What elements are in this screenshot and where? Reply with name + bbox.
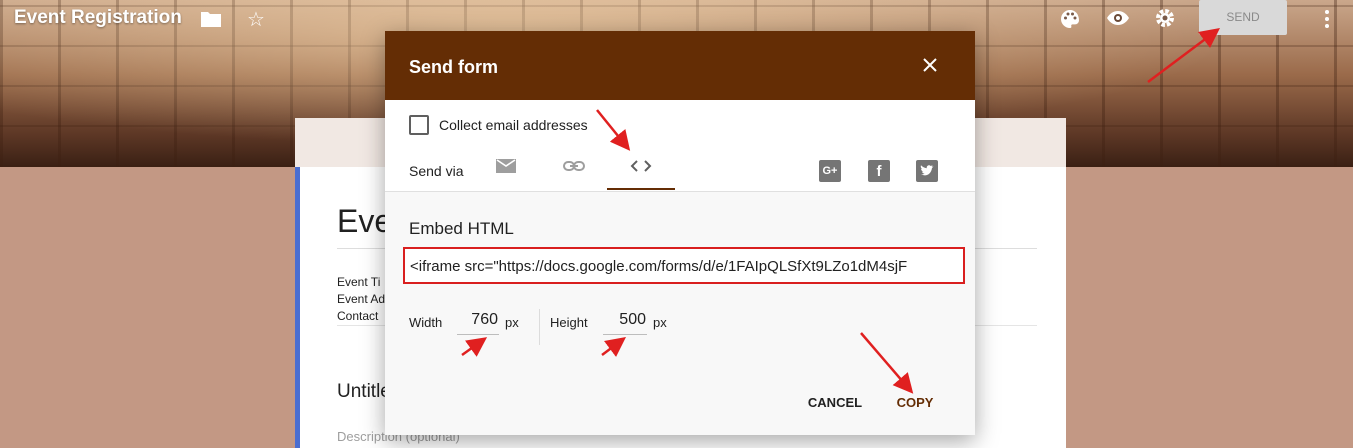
send-form-dialog: Send form Collect email addresses Send v… — [385, 31, 975, 435]
copy-button[interactable]: COPY — [885, 389, 945, 417]
height-unit: px — [653, 315, 667, 330]
close-icon[interactable] — [922, 57, 938, 78]
form-description-line[interactable]: Event Ad — [337, 292, 385, 306]
cancel-button[interactable]: CANCEL — [799, 389, 871, 417]
palette-icon[interactable] — [1059, 8, 1081, 35]
gear-icon[interactable] — [1154, 7, 1176, 34]
width-unit: px — [505, 315, 519, 330]
dimension-separator — [539, 309, 540, 345]
dialog-title: Send form — [409, 57, 499, 77]
send-via-label: Send via — [409, 163, 464, 179]
dialog-header: Send form — [385, 31, 975, 100]
embed-code-icon[interactable] — [607, 151, 675, 190]
email-icon[interactable] — [495, 157, 521, 181]
height-label: Height — [550, 315, 588, 330]
facebook-icon[interactable]: f — [868, 160, 890, 182]
more-vert-icon[interactable] — [1322, 8, 1332, 35]
star-icon[interactable]: ☆ — [247, 7, 265, 32]
twitter-icon[interactable] — [916, 160, 938, 182]
send-button[interactable]: SEND — [1199, 0, 1287, 35]
collect-email-label[interactable]: Collect email addresses — [439, 117, 588, 133]
app-title: Event Registration — [14, 7, 182, 28]
section-title[interactable]: Untitle — [337, 381, 391, 403]
link-icon[interactable] — [562, 157, 588, 181]
height-input[interactable]: 500 — [603, 311, 647, 335]
form-description-line[interactable]: Event Ti — [337, 275, 380, 289]
collect-email-checkbox[interactable] — [409, 115, 429, 135]
embed-html-label: Embed HTML — [409, 219, 514, 238]
embed-code-field[interactable]: <iframe src="https://docs.google.com/for… — [403, 247, 965, 284]
width-label: Width — [409, 315, 443, 330]
form-title[interactable]: Eve — [337, 203, 392, 240]
eye-icon[interactable] — [1106, 8, 1130, 33]
folder-icon[interactable] — [200, 10, 222, 33]
form-description-line[interactable]: Contact — [337, 309, 378, 323]
width-input[interactable]: 760 — [457, 311, 499, 335]
google-plus-icon[interactable]: G+ — [819, 160, 841, 182]
